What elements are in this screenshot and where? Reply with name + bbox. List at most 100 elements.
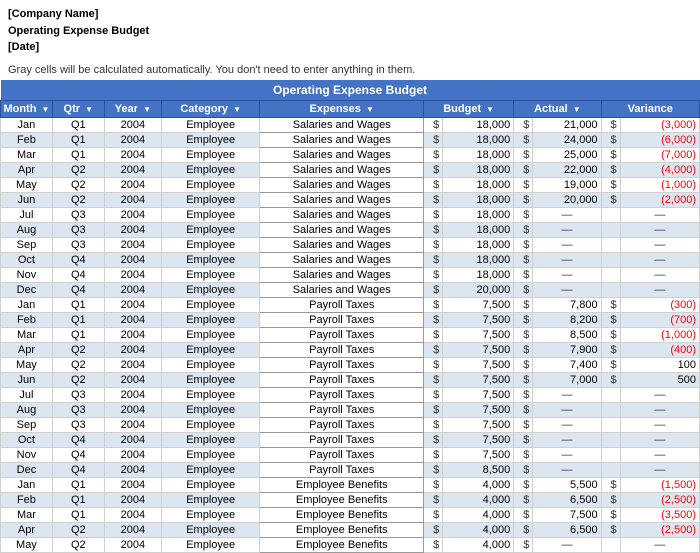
cell-expenses[interactable]: Payroll Taxes (260, 357, 424, 372)
cell-year: 2004 (104, 372, 161, 387)
cell-expenses[interactable]: Employee Benefits (260, 477, 424, 492)
cell-actual-value: 7,900 (533, 342, 601, 357)
cell-variance-value: — (620, 252, 699, 267)
cell-category: Employee (162, 132, 260, 147)
cell-actual-value: — (533, 402, 601, 417)
cell-variance-value: (3,500) (620, 507, 699, 522)
note-text: Gray cells will be calculated automatica… (0, 60, 700, 80)
cell-expenses[interactable]: Payroll Taxes (260, 327, 424, 342)
cell-expenses[interactable]: Employee Benefits (260, 492, 424, 507)
cell-expenses[interactable]: Payroll Taxes (260, 297, 424, 312)
cell-expenses[interactable]: Salaries and Wages (260, 192, 424, 207)
cell-qtr: Q3 (52, 387, 104, 402)
cell-budget-dollar: $ (424, 132, 443, 147)
cell-expenses[interactable]: Payroll Taxes (260, 447, 424, 462)
cell-year: 2004 (104, 192, 161, 207)
cell-budget-value: 18,000 (443, 192, 514, 207)
cell-expenses[interactable]: Payroll Taxes (260, 387, 424, 402)
cell-expenses[interactable]: Salaries and Wages (260, 237, 424, 252)
cell-category: Employee (162, 537, 260, 552)
cell-variance-value: (6,000) (620, 132, 699, 147)
cell-expenses[interactable]: Payroll Taxes (260, 312, 424, 327)
cell-actual-value: — (533, 252, 601, 267)
cell-budget-dollar: $ (424, 477, 443, 492)
cell-category: Employee (162, 447, 260, 462)
cell-expenses[interactable]: Salaries and Wages (260, 252, 424, 267)
table-row: JunQ22004EmployeeSalaries and Wages$18,0… (1, 192, 700, 207)
column-headers: Month ▼ Qtr ▼ Year ▼ Category ▼ Expenses… (1, 100, 700, 117)
cell-variance-dollar (601, 282, 620, 297)
cell-category: Employee (162, 387, 260, 402)
table-row: JunQ22004EmployeePayroll Taxes$7,500$7,0… (1, 372, 700, 387)
cell-expenses[interactable]: Salaries and Wages (260, 282, 424, 297)
cell-actual-value: 19,000 (533, 177, 601, 192)
cell-variance-dollar (601, 207, 620, 222)
cell-qtr: Q4 (52, 252, 104, 267)
cell-month: Feb (1, 132, 53, 147)
col-header-qtr[interactable]: Qtr ▼ (52, 100, 104, 117)
cell-actual-dollar: $ (514, 327, 533, 342)
cell-expenses[interactable]: Salaries and Wages (260, 162, 424, 177)
cell-actual-dollar: $ (514, 432, 533, 447)
cell-expenses[interactable]: Salaries and Wages (260, 207, 424, 222)
cell-qtr: Q1 (52, 492, 104, 507)
cell-actual-value: 6,500 (533, 522, 601, 537)
cell-actual-dollar: $ (514, 372, 533, 387)
cell-expenses[interactable]: Salaries and Wages (260, 117, 424, 132)
col-header-variance[interactable]: Variance (601, 100, 699, 117)
cell-actual-dollar: $ (514, 132, 533, 147)
cell-expenses[interactable]: Payroll Taxes (260, 372, 424, 387)
col-header-expenses[interactable]: Expenses ▼ (260, 100, 424, 117)
cell-variance-dollar (601, 417, 620, 432)
cell-expenses[interactable]: Employee Benefits (260, 507, 424, 522)
cell-variance-dollar: $ (601, 357, 620, 372)
cell-expenses[interactable]: Payroll Taxes (260, 432, 424, 447)
cell-actual-value: — (533, 267, 601, 282)
cell-expenses[interactable]: Salaries and Wages (260, 267, 424, 282)
cell-budget-value: 7,500 (443, 372, 514, 387)
cell-variance-dollar (601, 237, 620, 252)
cell-year: 2004 (104, 252, 161, 267)
cell-expenses[interactable]: Salaries and Wages (260, 132, 424, 147)
cell-variance-value: — (620, 207, 699, 222)
cell-expenses[interactable]: Payroll Taxes (260, 417, 424, 432)
col-header-year[interactable]: Year ▼ (104, 100, 161, 117)
cell-budget-value: 18,000 (443, 222, 514, 237)
cell-expenses[interactable]: Employee Benefits (260, 522, 424, 537)
cell-category: Employee (162, 507, 260, 522)
cell-budget-dollar: $ (424, 282, 443, 297)
cell-variance-dollar (601, 447, 620, 462)
cell-budget-value: 18,000 (443, 117, 514, 132)
cell-budget-dollar: $ (424, 417, 443, 432)
cell-expenses[interactable]: Salaries and Wages (260, 177, 424, 192)
cell-actual-value: — (533, 447, 601, 462)
cell-budget-dollar: $ (424, 372, 443, 387)
cell-expenses[interactable]: Salaries and Wages (260, 147, 424, 162)
cell-expenses[interactable]: Payroll Taxes (260, 462, 424, 477)
col-header-month[interactable]: Month ▼ (1, 100, 53, 117)
cell-actual-value: 24,000 (533, 132, 601, 147)
table-row: MarQ12004EmployeePayroll Taxes$7,500$8,5… (1, 327, 700, 342)
cell-expenses[interactable]: Payroll Taxes (260, 402, 424, 417)
cell-year: 2004 (104, 342, 161, 357)
cell-budget-value: 7,500 (443, 297, 514, 312)
cell-budget-value: 18,000 (443, 132, 514, 147)
cell-variance-value: (400) (620, 342, 699, 357)
cell-expenses[interactable]: Payroll Taxes (260, 342, 424, 357)
cell-year: 2004 (104, 537, 161, 552)
cell-variance-value: — (620, 222, 699, 237)
cell-category: Employee (162, 522, 260, 537)
cell-month: Jul (1, 387, 53, 402)
col-header-category[interactable]: Category ▼ (162, 100, 260, 117)
cell-budget-value: 7,500 (443, 327, 514, 342)
cell-category: Employee (162, 402, 260, 417)
cell-actual-value: — (533, 207, 601, 222)
cell-expenses[interactable]: Employee Benefits (260, 537, 424, 552)
cell-expenses[interactable]: Salaries and Wages (260, 222, 424, 237)
col-header-budget[interactable]: Budget ▼ (424, 100, 514, 117)
cell-actual-dollar: $ (514, 417, 533, 432)
cell-qtr: Q4 (52, 447, 104, 462)
cell-year: 2004 (104, 447, 161, 462)
col-header-actual[interactable]: Actual ▼ (514, 100, 601, 117)
cell-actual-dollar: $ (514, 477, 533, 492)
